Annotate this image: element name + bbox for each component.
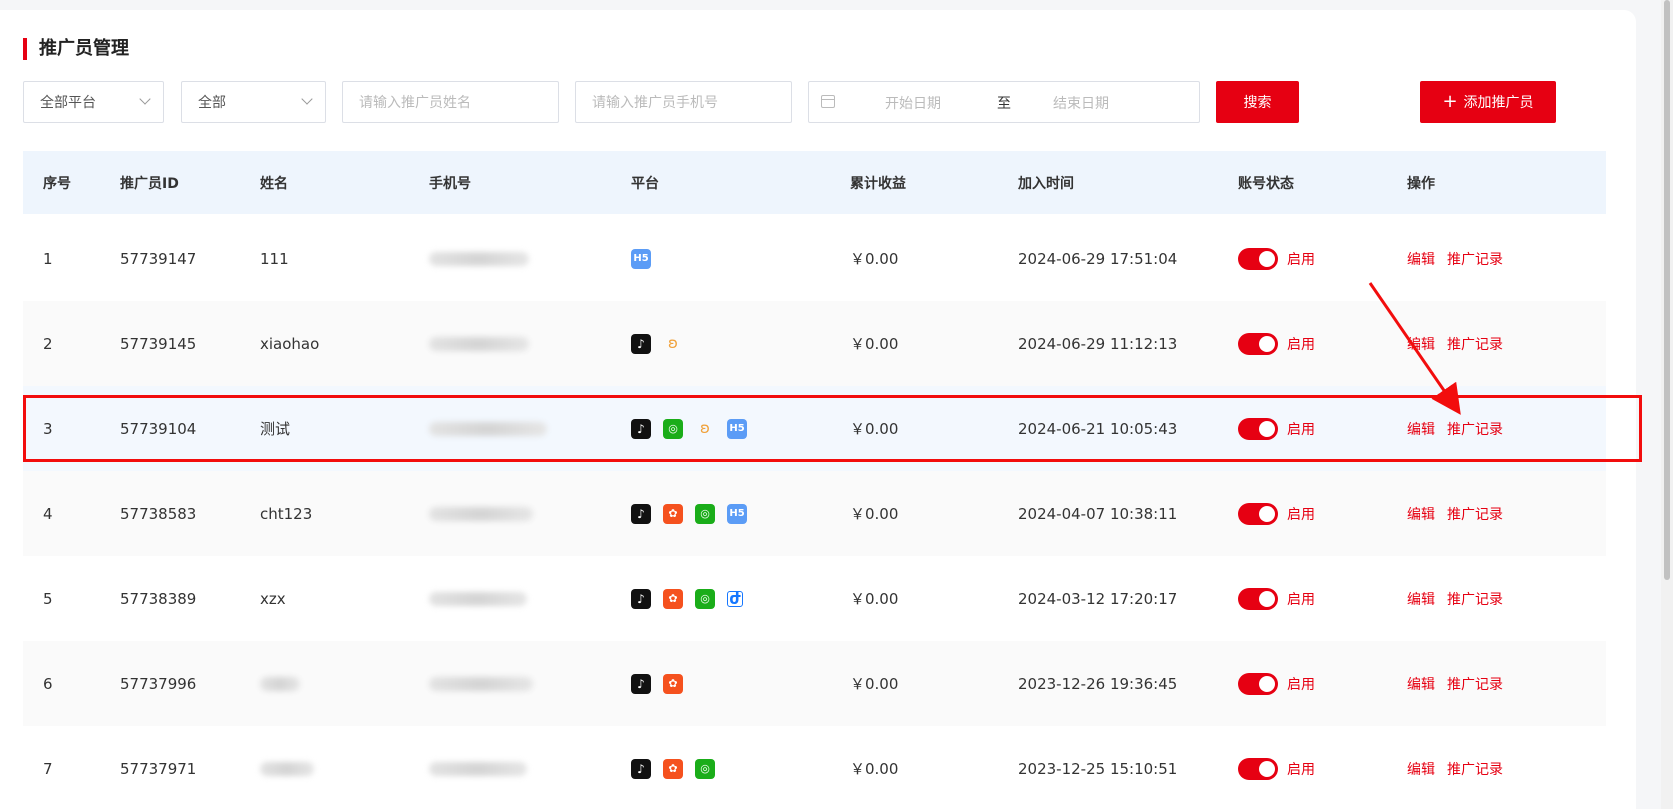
vertical-scrollbar[interactable] [1661, 0, 1673, 809]
arrow-line [1368, 282, 1461, 415]
annotation-arrow [1368, 282, 1461, 415]
scrollbar-thumb[interactable] [1664, 0, 1670, 580]
